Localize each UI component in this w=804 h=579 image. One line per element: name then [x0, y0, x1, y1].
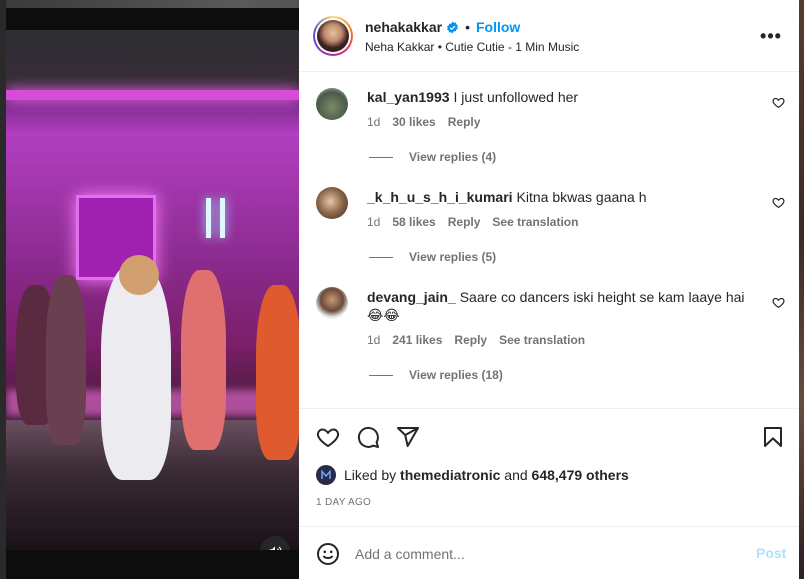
reel-video[interactable]: [6, 30, 299, 550]
comment-like-heart-icon[interactable]: [772, 96, 785, 109]
video-neon-light: [220, 198, 225, 238]
comment-body: Kitna bkwas gaana h: [516, 189, 647, 205]
backdrop-right: [799, 0, 804, 579]
more-icon: •••: [760, 25, 782, 46]
view-replies-label: View replies (5): [409, 250, 497, 264]
comment-age[interactable]: 1d: [367, 215, 380, 229]
post-timestamp[interactable]: 1 DAY AGO: [316, 497, 371, 508]
see-translation-button[interactable]: See translation: [492, 215, 578, 229]
video-dancer: [256, 285, 299, 460]
comment-likes[interactable]: 241 likes: [392, 333, 442, 347]
comment-likes[interactable]: 58 likes: [392, 215, 435, 229]
view-replies-button[interactable]: View replies (5): [369, 250, 496, 264]
video-dancer: [181, 270, 226, 450]
reply-button[interactable]: Reply: [454, 333, 487, 347]
comment-composer: Post: [299, 526, 799, 579]
liker-avatar[interactable]: [316, 465, 336, 485]
liked-by-and: and: [504, 467, 528, 483]
replies-divider: [369, 156, 393, 158]
post-details-panel: nehakakkar • Follow Neha Kakkar • Cutie …: [299, 0, 799, 579]
comment-meta: 1d 241 likes Reply See translation: [367, 333, 585, 347]
reply-button[interactable]: Reply: [448, 215, 481, 229]
comment-text: devang_jain_ Saare co dancers iski height…: [367, 288, 757, 324]
video-ceiling: [6, 30, 299, 94]
liked-by-prefix: Liked by: [344, 467, 397, 483]
author-username[interactable]: nehakakkar: [365, 19, 442, 35]
commenter-avatar[interactable]: [316, 287, 348, 319]
view-replies-button[interactable]: View replies (4): [369, 150, 496, 164]
post-comment-button[interactable]: Post: [756, 545, 786, 561]
author-avatar[interactable]: [313, 16, 353, 56]
video-dancer: [46, 275, 86, 445]
post-header: nehakakkar • Follow Neha Kakkar • Cutie …: [299, 0, 799, 72]
comment-text: kal_yan1993 I just unfollowed her: [367, 88, 767, 106]
video-light-truss: [6, 90, 299, 100]
heart-icon[interactable]: [316, 425, 340, 449]
video-neon-light: [206, 198, 211, 238]
more-options-button[interactable]: •••: [757, 22, 785, 50]
video-lead-singer-head: [119, 255, 159, 295]
bookmark-icon[interactable]: [761, 425, 785, 449]
speaker-icon: [269, 546, 282, 550]
audio-track-link[interactable]: Neha Kakkar • Cutie Cutie - 1 Min Music: [365, 40, 579, 54]
view-replies-label: View replies (4): [409, 150, 497, 164]
comment-meta: 1d 30 likes Reply: [367, 115, 480, 129]
liked-by-row: Liked by themediatronic and 648,479 othe…: [316, 465, 629, 485]
liked-by-user[interactable]: themediatronic: [400, 467, 500, 483]
commenter-username[interactable]: kal_yan1993: [367, 89, 450, 105]
replies-divider: [369, 256, 393, 258]
reply-button[interactable]: Reply: [448, 115, 481, 129]
separator-dot: •: [465, 19, 470, 35]
comment-body: I just unfollowed her: [453, 89, 579, 105]
replies-divider: [369, 374, 393, 376]
commenter-avatar[interactable]: [316, 187, 348, 219]
comment-like-heart-icon[interactable]: [772, 296, 785, 309]
see-translation-button[interactable]: See translation: [499, 333, 585, 347]
commenter-username[interactable]: devang_jain_: [367, 289, 456, 305]
video-lead-singer: [101, 265, 171, 480]
comment-text: _k_h_u_s_h_i_kumari Kitna bkwas gaana h: [367, 188, 767, 206]
comment-age[interactable]: 1d: [367, 333, 380, 347]
commenter-username[interactable]: _k_h_u_s_h_i_kumari: [367, 189, 513, 205]
share-icon[interactable]: [396, 425, 420, 449]
follow-button[interactable]: Follow: [476, 19, 520, 35]
author-row: nehakakkar • Follow: [365, 19, 520, 35]
likes-count[interactable]: 648,479 others: [532, 467, 629, 483]
comment-like-heart-icon[interactable]: [772, 196, 785, 209]
liker-logo-icon: [321, 469, 331, 479]
view-replies-label: View replies (18): [409, 368, 503, 382]
emoji-icon[interactable]: [316, 542, 340, 566]
comment-icon[interactable]: [356, 425, 380, 449]
author-avatar-image: [317, 20, 349, 52]
commenter-avatar[interactable]: [316, 88, 348, 120]
view-replies-button[interactable]: View replies (18): [369, 368, 503, 382]
comment-meta: 1d 58 likes Reply See translation: [367, 215, 578, 229]
verified-badge-icon: [447, 21, 458, 33]
comment-input[interactable]: [355, 543, 735, 565]
comment-age[interactable]: 1d: [367, 115, 380, 129]
comment-likes[interactable]: 30 likes: [392, 115, 435, 129]
